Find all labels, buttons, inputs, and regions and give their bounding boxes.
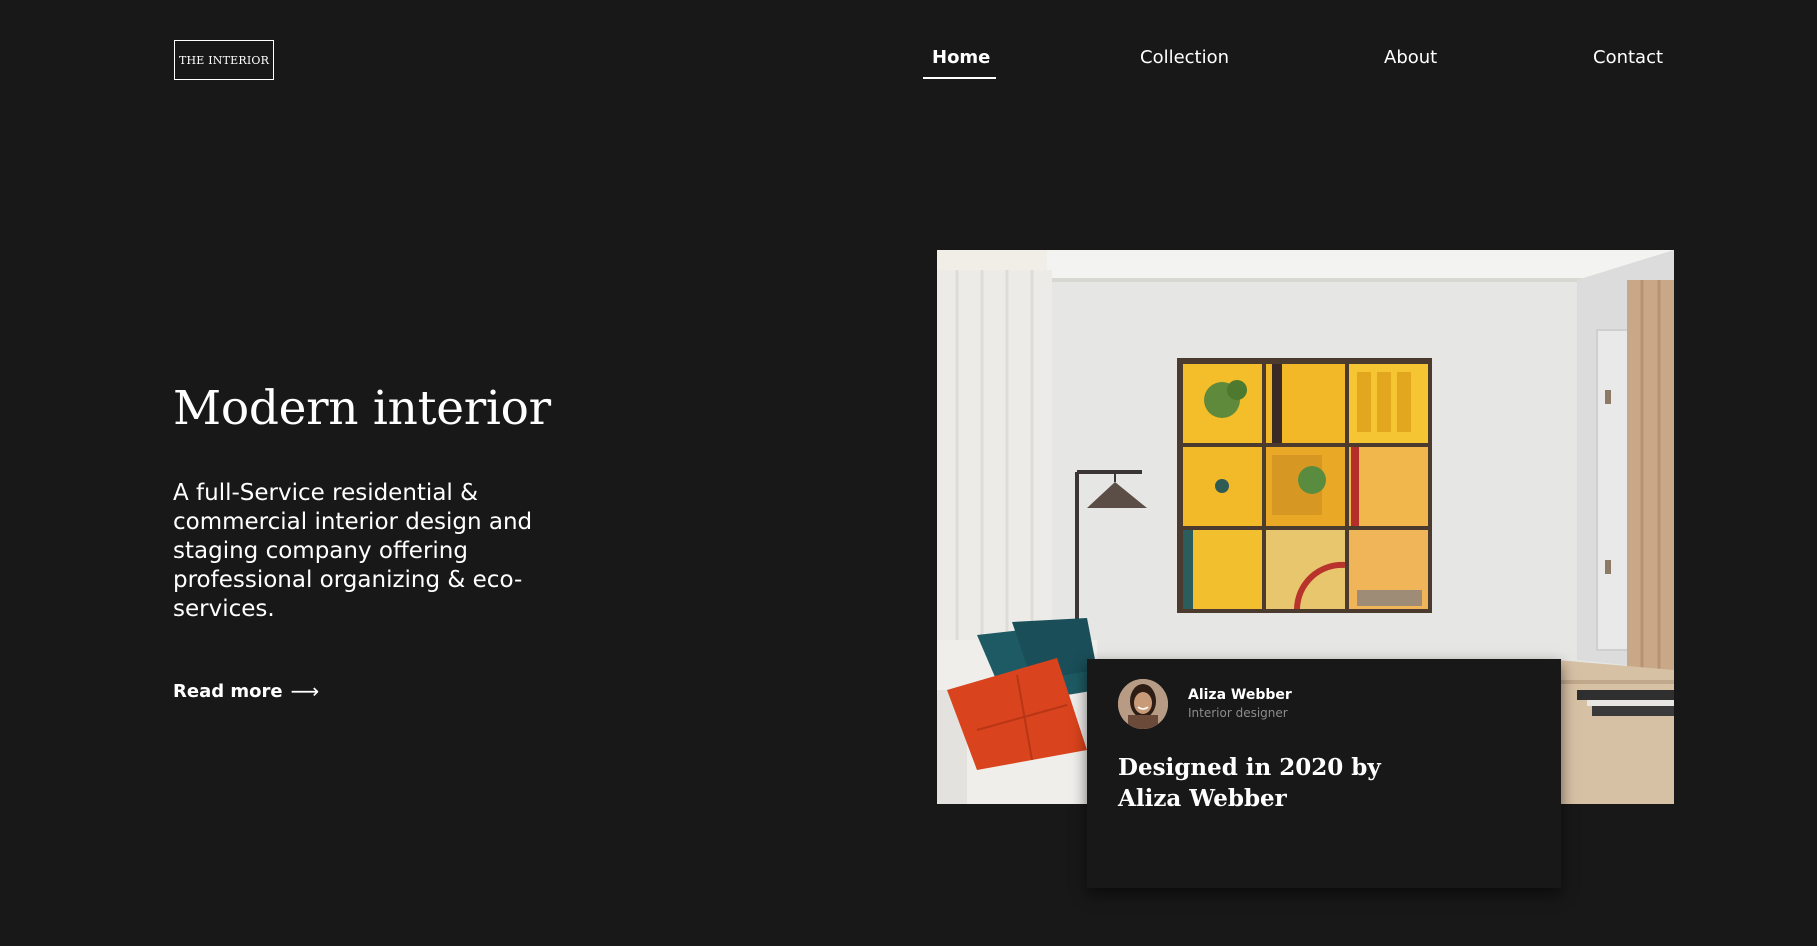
nav-home[interactable]: Home: [932, 47, 990, 81]
card-title: Designed in 2020 by Aliza Webber: [1118, 754, 1381, 812]
page: THE INTERIOR Home Collection About Conta…: [0, 0, 1817, 946]
arrow-right-icon: ⟶: [290, 679, 320, 703]
designer-card[interactable]: Aliza Webber Interior designer Designed …: [1087, 659, 1561, 888]
author-role: Interior designer: [1188, 706, 1288, 720]
hero-description: A full-Service residential & commercial …: [173, 480, 533, 622]
logo[interactable]: THE INTERIOR: [174, 40, 274, 80]
nav-contact[interactable]: Contact: [1593, 47, 1663, 81]
avatar: [1118, 679, 1168, 729]
nav-collection[interactable]: Collection: [1140, 47, 1229, 81]
author-name: Aliza Webber: [1188, 687, 1292, 703]
read-more-link[interactable]: Read more ⟶: [173, 679, 319, 703]
read-more-label: Read more: [173, 680, 283, 702]
logo-text: THE INTERIOR: [178, 53, 270, 67]
hero-title: Modern interior: [173, 381, 551, 436]
nav-active-indicator: [923, 77, 996, 79]
nav-about[interactable]: About: [1384, 47, 1437, 81]
